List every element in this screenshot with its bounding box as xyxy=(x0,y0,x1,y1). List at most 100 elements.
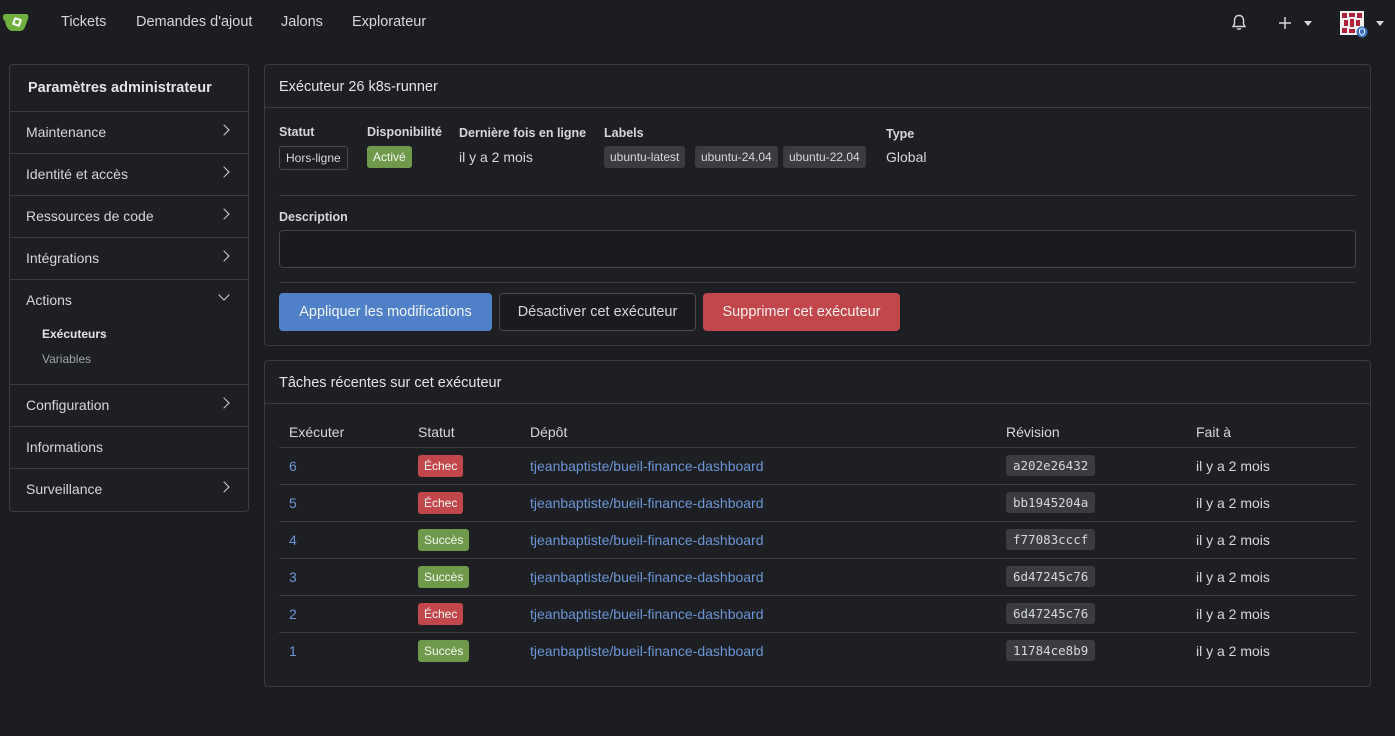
status-badge: Succès xyxy=(418,639,470,662)
status-badge: Hors-ligne xyxy=(279,146,348,170)
divider xyxy=(279,195,1356,196)
last-online-value: il y a 2 mois xyxy=(459,149,533,165)
bell-icon[interactable] xyxy=(1231,14,1247,31)
runner-label-tag: ubuntu-latest xyxy=(604,146,686,168)
sidebar-item-label: Maintenance xyxy=(26,124,107,140)
commit-sha[interactable]: f77083cccf xyxy=(1006,529,1096,550)
sidebar-item-label: Informations xyxy=(26,439,104,455)
labels-label: Labels xyxy=(604,126,644,140)
runner-details-panel: Exécuteur 26 k8s-runner Statut Hors-lign… xyxy=(264,64,1371,346)
column-header[interactable]: Exécuter xyxy=(279,417,408,448)
table-row: 2 Échec tjeanbaptiste/bueil-finance-dashbo… xyxy=(279,595,1356,633)
commit-sha[interactable]: bb1945204a xyxy=(1006,492,1096,513)
tasks-table-body: 6 Échec tjeanbaptiste/bueil-finance-dashbo… xyxy=(279,447,1356,669)
tasks-table: Exécuter Statut Dépôt Révision Fait à 6 É… xyxy=(279,417,1356,669)
nav-milestones[interactable]: Jalons xyxy=(281,14,323,30)
disable-runner-button[interactable]: Désactiver cet exécuteur xyxy=(499,293,696,331)
create-menu[interactable] xyxy=(1278,13,1312,33)
done-at: il y a 2 mois xyxy=(1196,605,1270,622)
run-link[interactable]: 6 xyxy=(289,458,297,474)
commit-sha[interactable]: 6d47245c76 xyxy=(1006,566,1096,587)
sidebar-item-monitoring[interactable]: Surveillance xyxy=(10,469,248,511)
commit-sha[interactable]: 6d47245c76 xyxy=(1006,603,1096,624)
commit-sha[interactable]: 11784ce8b9 xyxy=(1006,640,1096,662)
gitea-logo-icon[interactable] xyxy=(2,10,30,34)
sidebar-item-label: Actions xyxy=(26,292,72,308)
type-value: Global xyxy=(886,149,927,165)
sidebar-item-label: Surveillance xyxy=(26,481,103,497)
sidebar-item-information[interactable]: Informations xyxy=(10,427,248,469)
table-row: 1 Succès tjeanbaptiste/bueil-finance-dashb… xyxy=(279,632,1356,669)
run-link[interactable]: 3 xyxy=(289,569,297,585)
run-link[interactable]: 1 xyxy=(289,643,297,659)
sidebar-item-configuration[interactable]: Configuration xyxy=(10,385,248,427)
sidebar-title: Paramètres administrateur xyxy=(10,65,248,112)
done-at: il y a 2 mois xyxy=(1196,568,1270,585)
admin-sidebar: Paramètres administrateur Maintenance Id… xyxy=(9,64,249,512)
status-badge: Échec xyxy=(418,454,464,477)
runner-label-tag: ubuntu-22.04 xyxy=(783,146,866,168)
sidebar-item-actions[interactable]: Actions xyxy=(10,280,248,322)
column-header[interactable]: Fait à xyxy=(1186,417,1356,448)
recent-tasks-panel: Tâches récentes sur cet exécuteur Exécut… xyxy=(264,360,1371,687)
repo-link[interactable]: tjeanbaptiste/bueil-finance-dashboard xyxy=(530,458,764,474)
repo-link[interactable]: tjeanbaptiste/bueil-finance-dashboard xyxy=(530,606,764,622)
chevron-right-icon xyxy=(218,166,230,178)
table-row: 6 Échec tjeanbaptiste/bueil-finance-dashbo… xyxy=(279,447,1356,485)
column-header[interactable]: Dépôt xyxy=(520,417,996,448)
description-input[interactable] xyxy=(279,230,1356,268)
sidebar-subitem-runners[interactable]: Exécuteurs xyxy=(10,322,248,347)
caret-down-icon xyxy=(1376,21,1384,26)
repo-link[interactable]: tjeanbaptiste/bueil-finance-dashboard xyxy=(530,495,764,511)
done-at: il y a 2 mois xyxy=(1196,457,1270,474)
nav-tickets[interactable]: Tickets xyxy=(61,14,106,30)
run-link[interactable]: 2 xyxy=(289,606,297,622)
repo-link[interactable]: tjeanbaptiste/bueil-finance-dashboard xyxy=(530,532,764,548)
tasks-title: Tâches récentes sur cet exécuteur xyxy=(265,361,1370,404)
user-menu[interactable] xyxy=(1340,11,1386,38)
table-row: 4 Succès tjeanbaptiste/bueil-finance-dashb… xyxy=(279,521,1356,559)
run-link[interactable]: 4 xyxy=(289,532,297,548)
run-link[interactable]: 5 xyxy=(289,495,297,511)
table-row: 3 Succès tjeanbaptiste/bueil-finance-dashb… xyxy=(279,558,1356,596)
status-badge: Échec xyxy=(418,491,464,514)
apply-changes-button[interactable]: Appliquer les modifications xyxy=(279,293,492,331)
caret-down-icon xyxy=(1304,21,1312,26)
chevron-down-icon xyxy=(218,289,230,301)
sidebar-item-code-resources[interactable]: Ressources de code xyxy=(10,196,248,238)
divider xyxy=(279,282,1356,283)
sidebar-item-maintenance[interactable]: Maintenance xyxy=(10,112,248,154)
sidebar-item-label: Identité et accès xyxy=(26,166,128,182)
status-badge: Succès xyxy=(418,565,470,588)
nav-pull-requests[interactable]: Demandes d'ajout xyxy=(136,14,252,30)
column-header[interactable]: Statut xyxy=(408,417,520,448)
nav-explore[interactable]: Explorateur xyxy=(352,14,426,30)
status-label: Statut xyxy=(279,125,315,139)
commit-sha[interactable]: a202e26432 xyxy=(1006,455,1096,476)
sidebar-item-integrations[interactable]: Intégrations xyxy=(10,238,248,280)
availability-label: Disponibilité xyxy=(367,125,442,139)
plus-icon xyxy=(1279,17,1291,29)
top-navbar: Tickets Demandes d'ajout Jalons Explorat… xyxy=(0,0,1395,46)
admin-shield-icon xyxy=(1356,26,1368,38)
sidebar-item-label: Ressources de code xyxy=(26,208,154,224)
chevron-right-icon xyxy=(218,208,230,220)
chevron-right-icon xyxy=(218,481,230,493)
sidebar-subitem-variables[interactable]: Variables xyxy=(10,347,248,372)
description-label: Description xyxy=(279,210,348,224)
runner-title: Exécuteur 26 k8s-runner xyxy=(265,65,1370,108)
done-at: il y a 2 mois xyxy=(1196,642,1270,659)
last-online-label: Dernière fois en ligne xyxy=(459,126,587,140)
type-label: Type xyxy=(886,127,915,141)
table-header-row: Exécuter Statut Dépôt Révision Fait à xyxy=(279,417,1356,448)
repo-link[interactable]: tjeanbaptiste/bueil-finance-dashboard xyxy=(530,643,764,659)
repo-link[interactable]: tjeanbaptiste/bueil-finance-dashboard xyxy=(530,569,764,585)
delete-runner-button[interactable]: Supprimer cet exécuteur xyxy=(703,293,900,331)
done-at: il y a 2 mois xyxy=(1196,531,1270,548)
chevron-right-icon xyxy=(218,397,230,409)
chevron-right-icon xyxy=(218,124,230,136)
column-header[interactable]: Révision xyxy=(996,417,1186,448)
sidebar-item-label: Intégrations xyxy=(26,250,100,266)
availability-badge: Activé xyxy=(367,146,412,168)
sidebar-item-identity[interactable]: Identité et accès xyxy=(10,154,248,196)
